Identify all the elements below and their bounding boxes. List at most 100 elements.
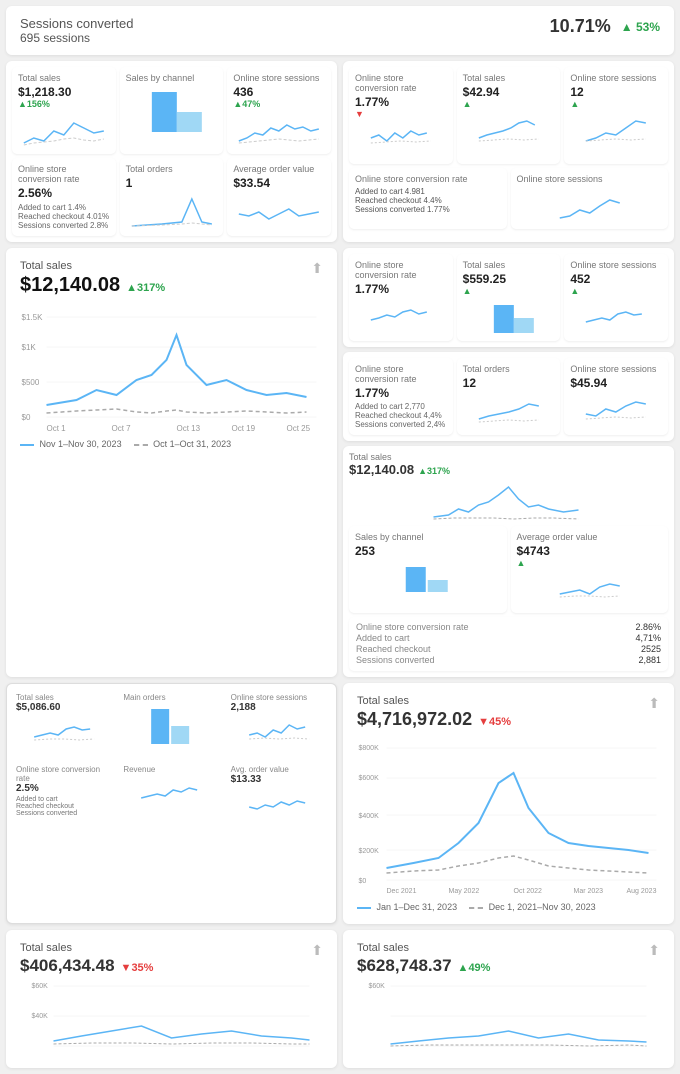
brs-info: Total sales $628,748.37 ▲49%: [357, 942, 490, 976]
svg-text:$40K: $40K: [32, 1013, 49, 1020]
rts-avg-val: Average order value $4743 ▲: [511, 526, 669, 613]
mp-item-3: Online store sessions 2,188: [227, 689, 331, 758]
conv-row: Sessions converted 1.77%: [355, 205, 501, 214]
rt-change: ▼: [355, 109, 447, 119]
rts-header: Total sales $12,140.08 ▲317%: [349, 452, 668, 477]
rt-conv2: Online store conversion rate Added to ca…: [349, 168, 507, 229]
large-total-sales-card: Total sales $4,716,972.02 ▼45% ⬆ $800K $…: [343, 683, 674, 924]
mp-item-4: Online store conversion rate 2.5% Added …: [12, 761, 116, 821]
rm2-label: Total orders: [463, 364, 555, 374]
svg-text:$500: $500: [22, 378, 40, 387]
right-stacked: Online store conversion rate 1.77% Total…: [343, 248, 674, 677]
rm2-val: 1.77%: [355, 386, 447, 400]
mp-chart: [123, 776, 219, 804]
export-icon[interactable]: ⬆: [648, 942, 660, 959]
export-icon[interactable]: ⬆: [311, 260, 323, 277]
rt-conv-rows: Added to cart 4.981 Reached checkout 4.4…: [355, 187, 501, 214]
brs-title: Total sales: [357, 942, 490, 954]
rm1-conv: Online store conversion rate 1.77%: [349, 254, 453, 341]
right-mid-card-1: Online store conversion rate 1.77% Total…: [343, 248, 674, 347]
rts-badge: ▲317%: [418, 466, 450, 476]
lts-amount-row: $4,716,972.02 ▼45%: [357, 709, 511, 730]
rt-label: Online store sessions: [570, 73, 662, 83]
metric-chart: [233, 113, 325, 148]
bls-info: Total sales $406,434.48 ▼35%: [20, 942, 153, 976]
svg-text:$800K: $800K: [359, 745, 380, 752]
bls-badge: ▼35%: [121, 962, 154, 974]
conv-converted: Sessions converted 2,881: [356, 655, 661, 665]
rm1-label: Total sales: [463, 260, 555, 270]
conv-header: Online store conversion rate 2.86%: [356, 622, 661, 632]
conv-val: 4,71%: [635, 633, 661, 643]
bls-title: Total sales: [20, 942, 153, 954]
mp-row: Reached checkout: [16, 803, 112, 810]
svg-text:Oct 7: Oct 7: [112, 424, 132, 433]
rt-label2: Online store sessions: [517, 174, 663, 184]
conv-val: 2.86%: [635, 622, 661, 632]
ts-amount-row: $12,140.08 ▲317%: [20, 274, 165, 297]
chart-legend: Nov 1–Nov 30, 2023 Oct 1–Oct 31, 2023: [20, 439, 323, 449]
lts-legend: Jan 1–Dec 31, 2023 Dec 1, 2021–Nov 30, 2…: [357, 902, 660, 912]
conv-label: Reached checkout: [356, 644, 431, 654]
mp-label: Online store sessions: [231, 693, 327, 702]
rt-label: Total sales: [463, 73, 555, 83]
conv-val: 2525: [641, 644, 661, 654]
svg-text:Aug 2023: Aug 2023: [627, 888, 657, 895]
lts-amount: $4,716,972.02: [357, 709, 472, 730]
rm1-chart: [463, 300, 555, 335]
rts-row2: Sales by channel 253 Average order value…: [349, 526, 668, 613]
export-icon[interactable]: ⬆: [648, 695, 660, 712]
mp-label: Revenue: [123, 765, 219, 774]
rts-ch-chart: [355, 562, 501, 597]
metric-value: 436: [233, 85, 325, 99]
mp-val: 2.5%: [16, 783, 112, 794]
legend-dashed-icon: [134, 444, 148, 446]
sessions-card: Sessions converted 695 sessions 10.71% ▲…: [6, 6, 674, 55]
lts-legend-prev: Dec 1, 2021–Nov 30, 2023: [469, 902, 596, 912]
ts-info: Total sales $12,140.08 ▲317%: [20, 260, 165, 297]
rts-avg-value: $4743: [517, 544, 663, 558]
export-icon[interactable]: ⬆: [311, 942, 323, 959]
brs-amount-row: $628,748.37 ▲49%: [357, 956, 490, 976]
rt-value: $42.94: [463, 85, 555, 99]
mp-item-6: Avg. order value $13.33: [227, 761, 331, 821]
svg-text:Oct 2022: Oct 2022: [514, 888, 543, 895]
metric-label: Total sales: [18, 73, 110, 83]
metric-value: $33.54: [233, 176, 325, 190]
rt-chart2: [517, 188, 663, 223]
conv-label: Sessions converted: [356, 655, 435, 665]
rm2-session-sales: Online store sessions $45.94: [564, 358, 668, 435]
rm1-chart: [355, 300, 447, 335]
right-top-grid: Online store conversion rate 1.77% ▼ Tot…: [349, 67, 668, 164]
metric-total-sales: Total sales $1,218.30 ▲156%: [12, 67, 116, 154]
ts-header: Total sales $12,140.08 ▲317% ⬆: [20, 260, 323, 297]
brs-amount: $628,748.37: [357, 956, 452, 976]
metric-chart: [18, 113, 110, 148]
rts-amount-row: $12,140.08 ▲317%: [349, 462, 450, 477]
lts-badge: ▼45%: [478, 716, 511, 728]
svg-text:Oct 13: Oct 13: [177, 424, 201, 433]
lts-legend-current: Jan 1–Dec 31, 2023: [357, 902, 457, 912]
svg-text:$600K: $600K: [359, 775, 380, 782]
mp-item-2: Main orders: [119, 689, 223, 758]
rt-chart: [355, 123, 447, 158]
rt-change: ▲: [570, 99, 662, 109]
svg-text:$400K: $400K: [359, 813, 380, 820]
legend-current: Nov 1–Nov 30, 2023: [20, 439, 122, 449]
mp-label: Total sales: [16, 693, 112, 702]
lts-header: Total sales $4,716,972.02 ▼45% ⬆: [357, 695, 660, 730]
rts-avg-change: ▲: [517, 558, 663, 568]
svg-text:$60K: $60K: [32, 983, 49, 990]
metrics-grid-row2: Online store conversion rate 2.56% Added…: [12, 158, 331, 236]
conv-row: Reached checkout 4.4%: [355, 196, 501, 205]
rt-sales: Total sales $42.94 ▲: [457, 67, 561, 164]
arrow-up-icon: ▲: [621, 20, 633, 34]
rt-value: 12: [570, 85, 662, 99]
mp-label: Online store conversion rate: [16, 765, 112, 783]
lts-title: Total sales: [357, 695, 511, 707]
rts-channel: Sales by channel 253: [349, 526, 507, 613]
conv-label: Online store conversion rate: [356, 622, 469, 632]
ts-title: Total sales: [20, 260, 165, 272]
sessions-badge: ▲ 53%: [621, 20, 660, 34]
metric-label: Average order value: [233, 164, 325, 174]
